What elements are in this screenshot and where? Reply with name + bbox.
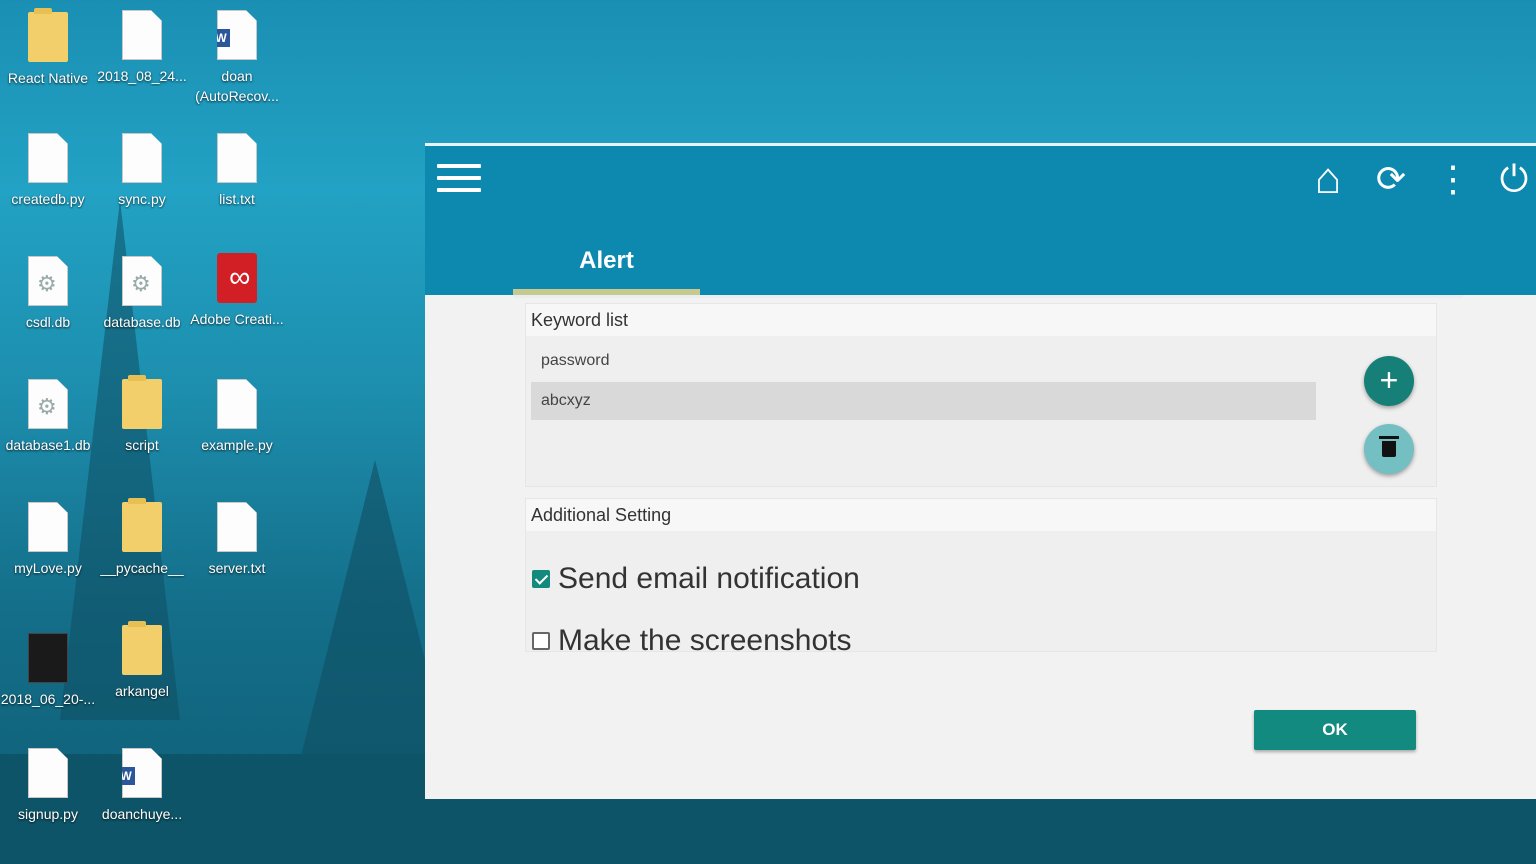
keyword-list-panel: Keyword list password abcxyz + xyxy=(525,303,1437,487)
app-bar: ⌂ ⟳ ⋮ ⏻ Alert xyxy=(425,143,1536,298)
send-email-checkbox[interactable] xyxy=(532,570,550,588)
desktop-icon-label: myLove.py xyxy=(14,560,82,576)
desktop-icon-example[interactable]: example.py xyxy=(189,379,285,455)
desktop-icon-label: arkangel xyxy=(115,683,169,699)
desktop-icon-react-native[interactable]: React Native xyxy=(0,8,96,88)
folder-icon xyxy=(122,498,162,552)
desktop-icon-label: Adobe Creati... xyxy=(190,311,284,327)
desktop-icon-script[interactable]: script xyxy=(94,375,190,455)
tab-bar-underline xyxy=(513,295,1463,298)
desktop-icon-pycache[interactable]: __pycache__ xyxy=(94,498,190,578)
tab-alert[interactable]: Alert xyxy=(513,240,700,296)
make-screenshots-checkbox[interactable] xyxy=(532,632,550,650)
desktop-icon-label: __pycache__ xyxy=(100,560,184,576)
adobe-creative-cloud-icon xyxy=(217,253,257,303)
document-icon xyxy=(217,379,257,429)
desktop-icon-mylove[interactable]: myLove.py xyxy=(0,502,96,578)
database-file-icon xyxy=(28,256,68,306)
additional-setting-title: Additional Setting xyxy=(526,499,1436,531)
desktop-icon-database[interactable]: database.db xyxy=(94,256,190,332)
desktop-icon-label: doan (AutoRecov... xyxy=(195,68,279,104)
desktop-icon-sync[interactable]: sync.py xyxy=(94,133,190,209)
desktop-icon-label: server.txt xyxy=(208,560,266,576)
folder-icon xyxy=(28,8,68,62)
database-file-icon xyxy=(28,379,68,429)
desktop-icon-label: 2018_08_24... xyxy=(97,68,187,84)
document-icon xyxy=(122,133,162,183)
desktop-icon-arkangel[interactable]: arkangel xyxy=(94,621,190,701)
more-vertical-icon[interactable]: ⋮ xyxy=(1430,156,1476,202)
ok-button[interactable]: OK xyxy=(1254,710,1416,750)
desktop-icon-csdl[interactable]: csdl.db xyxy=(0,256,96,332)
desktop-icon-label: csdl.db xyxy=(25,314,71,330)
desktop-icon-label: createdb.py xyxy=(11,191,85,207)
additional-setting-panel: Additional Setting Send email notificati… xyxy=(525,498,1437,657)
desktop-icon-list[interactable]: list.txt xyxy=(189,133,285,209)
desktop-icon-label: signup.py xyxy=(18,806,78,822)
word-document-icon xyxy=(217,10,257,60)
keyword-item-selected[interactable]: abcxyz xyxy=(531,382,1316,420)
keyword-list-title: Keyword list xyxy=(526,304,1436,336)
desktop-icon-label: example.py xyxy=(201,437,273,453)
word-document-icon xyxy=(122,748,162,798)
desktop-icon-label: script xyxy=(125,437,159,453)
document-icon xyxy=(28,133,68,183)
desktop-icon-database1[interactable]: database1.db xyxy=(0,379,96,455)
desktop-icon-label: database1.db xyxy=(5,437,91,453)
document-icon xyxy=(28,502,68,552)
add-keyword-button[interactable]: + xyxy=(1364,356,1414,406)
desktop-icon-signup[interactable]: signup.py xyxy=(0,748,96,824)
send-email-label: Send email notification xyxy=(558,562,860,595)
desktop-icon-server[interactable]: server.txt xyxy=(189,502,285,578)
folder-icon xyxy=(122,621,162,675)
hamburger-menu-icon[interactable] xyxy=(437,164,481,194)
desktop-icon-adobe[interactable]: Adobe Creati... xyxy=(189,253,285,329)
sync-icon[interactable]: ⟳ xyxy=(1368,156,1414,202)
desktop-icon-label: database.db xyxy=(103,314,181,330)
desktop-icon-label: sync.py xyxy=(118,191,166,207)
alert-app-window: ⌂ ⟳ ⋮ ⏻ Alert Keyword list password abcx… xyxy=(425,143,1536,799)
keyword-item[interactable]: password xyxy=(531,342,1316,380)
database-file-icon xyxy=(122,256,162,306)
delete-keyword-button[interactable] xyxy=(1364,424,1414,474)
document-icon xyxy=(217,502,257,552)
folder-icon xyxy=(122,375,162,429)
desktop-icon-createdb[interactable]: createdb.py xyxy=(0,133,96,209)
desktop-icon-label: React Native xyxy=(7,70,89,86)
trash-icon xyxy=(1379,436,1399,457)
desktop-icon-video[interactable]: 2018_06_20-... xyxy=(0,633,96,709)
make-screenshots-label: Make the screenshots xyxy=(558,624,852,657)
desktop-icon-label: 2018_06_20-... xyxy=(0,691,96,707)
desktop-icon-2018-08-24[interactable]: 2018_08_24... xyxy=(94,10,190,86)
desktop-icon-doan[interactable]: doan (AutoRecov... xyxy=(189,10,285,106)
desktop-icon-doanchuyen[interactable]: doanchuye... xyxy=(94,748,190,824)
desktop-icon-label: doanchuye... xyxy=(101,806,183,822)
document-icon xyxy=(28,748,68,798)
home-icon[interactable]: ⌂ xyxy=(1305,156,1351,202)
document-icon xyxy=(122,10,162,60)
document-icon xyxy=(217,133,257,183)
keyword-list: password abcxyz xyxy=(531,342,1316,422)
video-thumbnail-icon xyxy=(28,633,68,683)
desktop-icon-label: list.txt xyxy=(219,191,255,207)
power-icon[interactable]: ⏻ xyxy=(1491,156,1536,202)
